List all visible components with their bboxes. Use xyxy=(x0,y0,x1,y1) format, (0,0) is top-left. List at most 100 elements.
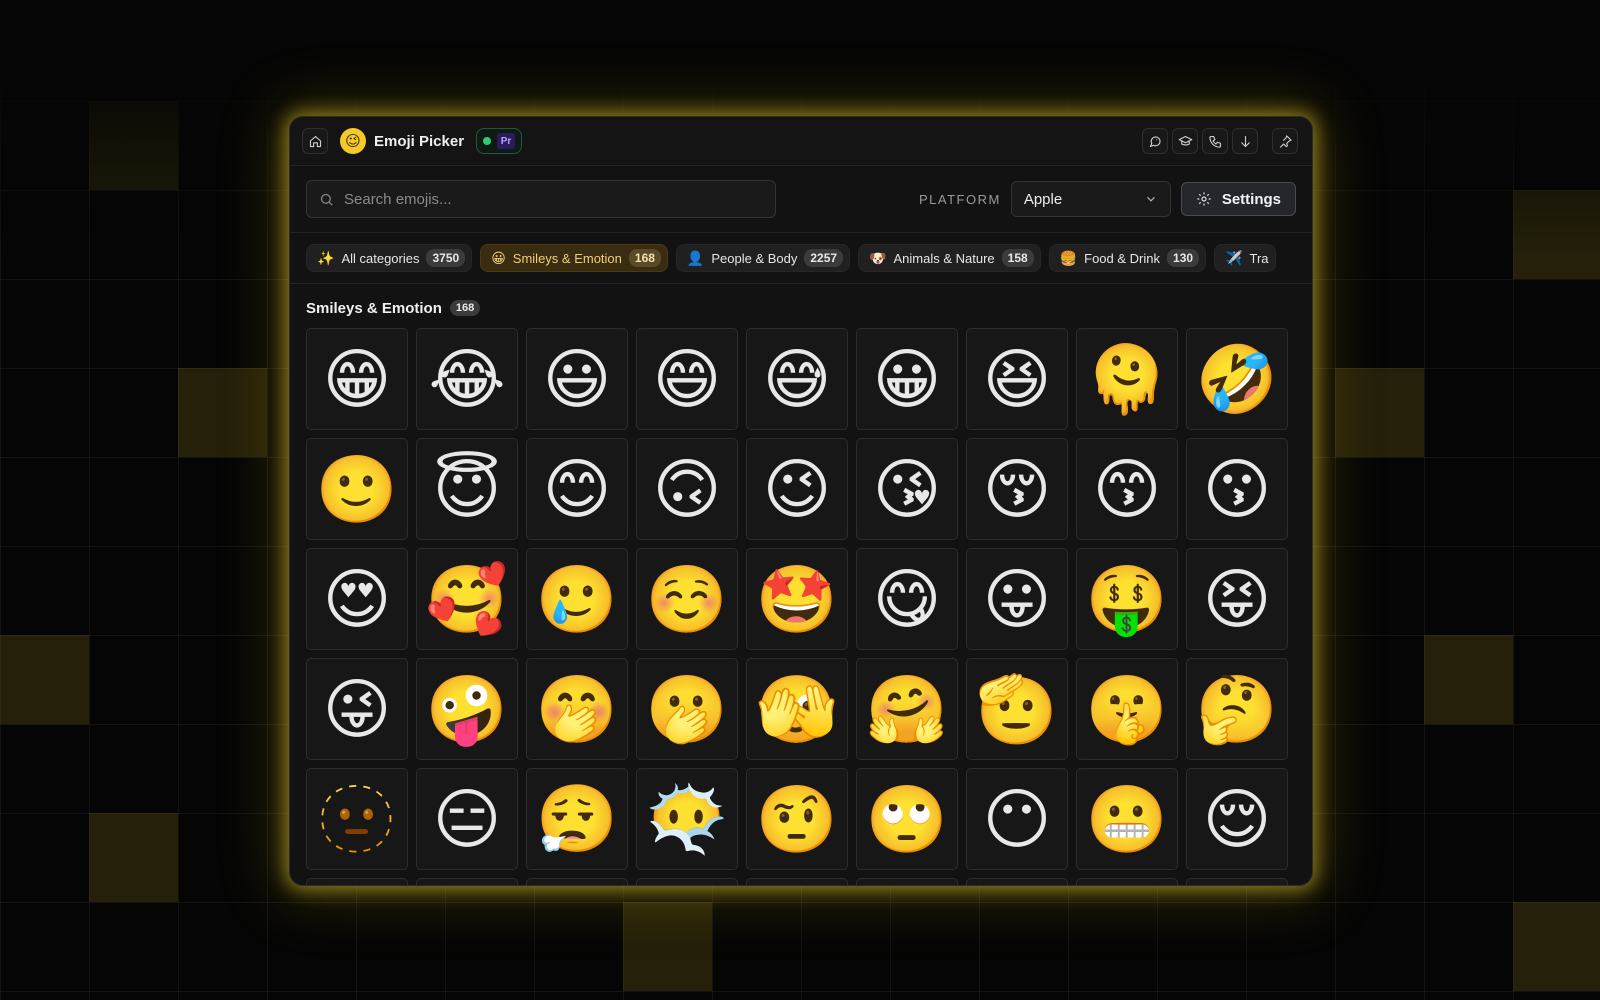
call-button[interactable] xyxy=(1202,128,1228,154)
emoji-cell[interactable]: 🫢 xyxy=(636,658,738,760)
emoji-cell[interactable]: 🙂 xyxy=(306,438,408,540)
settings-button[interactable]: Settings xyxy=(1180,182,1296,216)
home-icon xyxy=(309,135,321,147)
emoji-cell[interactable]: 🫠 xyxy=(1076,328,1178,430)
emoji-glyph: 🤣 xyxy=(1195,342,1279,416)
category-chip[interactable]: ✈️ Tra xyxy=(1214,244,1276,272)
chat-button[interactable] xyxy=(1142,128,1168,154)
emoji-cell[interactable]: 😉 xyxy=(746,438,848,540)
emoji-cell[interactable]: 🤗 xyxy=(856,658,958,760)
emoji-glyph: 😍 xyxy=(322,562,392,636)
emoji-cell[interactable]: 🫡 xyxy=(966,658,1068,760)
emoji-cell[interactable]: 😬 xyxy=(1076,768,1178,870)
category-emoji: 🍔 xyxy=(1059,249,1078,266)
emoji-cell[interactable]: 🤑 xyxy=(1076,548,1178,650)
emoji-cell[interactable]: 🤨 xyxy=(746,768,848,870)
emoji-cell[interactable]: 🤣 xyxy=(1186,328,1288,430)
emoji-glyph: 😚 xyxy=(982,452,1052,526)
emoji-cell[interactable]: 🙄 xyxy=(856,768,958,870)
emoji-glyph: 😅 xyxy=(762,342,832,416)
emoji-cell-placeholder[interactable] xyxy=(966,878,1068,885)
emoji-glyph: 🤑 xyxy=(1085,562,1169,636)
category-label: Smileys & Emotion xyxy=(512,250,622,266)
emoji-glyph: 🥰 xyxy=(425,562,509,636)
emoji-glyph: 🙂 xyxy=(315,452,399,526)
emoji-cell[interactable]: 🥰 xyxy=(416,548,518,650)
platform-value: Apple xyxy=(1023,190,1063,208)
phone-icon xyxy=(1208,135,1221,148)
emoji-cell[interactable]: 🤫 xyxy=(1076,658,1178,760)
emoji-cell[interactable]: 😁 xyxy=(306,328,408,430)
emoji-cell-placeholder[interactable] xyxy=(306,878,408,885)
emoji-cell[interactable]: ☺️ xyxy=(636,548,738,650)
search-input[interactable] xyxy=(342,189,746,209)
category-label: All categories xyxy=(341,250,420,266)
emoji-glyph: 😗 xyxy=(1202,452,1272,526)
emoji-cell-placeholder[interactable] xyxy=(1186,878,1288,885)
status-badge[interactable]: Pr xyxy=(476,128,523,154)
emoji-cell[interactable]: 🤔 xyxy=(1186,658,1288,760)
emoji-glyph: 😁 xyxy=(322,342,392,416)
emoji-cell[interactable]: 😑 xyxy=(416,768,518,870)
emoji-cell[interactable]: 😍 xyxy=(306,548,408,650)
emoji-section: Smileys & Emotion 168 😁 😂 😃 😄 😅 😀 😆 🫠 🤣 🙂 😇 😊 🙃 😉 😘 😚 😙 😗… xyxy=(290,284,1312,885)
emoji-glyph: 🤨 xyxy=(755,782,839,856)
category-chip[interactable]: 👤 People & Body 2257 xyxy=(675,244,851,272)
emoji-glyph: ☺️ xyxy=(645,562,729,636)
platform-select[interactable]: Apple xyxy=(1010,181,1171,217)
emoji-cell[interactable]: 😜 xyxy=(306,658,408,760)
emoji-cell-placeholder[interactable] xyxy=(856,878,958,885)
category-chip[interactable]: ✨ All categories 3750 xyxy=(306,244,473,272)
emoji-glyph: 🤭 xyxy=(535,672,619,746)
emoji-cell[interactable]: 😛 xyxy=(966,548,1068,650)
emoji-cell[interactable]: 😀 xyxy=(856,328,958,430)
emoji-cell[interactable]: 😊 xyxy=(526,438,628,540)
emoji-cell-placeholder[interactable] xyxy=(1076,878,1178,885)
pin-button[interactable] xyxy=(1272,128,1298,154)
home-button[interactable] xyxy=(302,128,328,154)
emoji-glyph: 😮‍💨 xyxy=(535,782,619,856)
emoji-cell[interactable]: 😌 xyxy=(1186,768,1288,870)
search-box[interactable] xyxy=(306,180,776,218)
emoji-glyph: 🙃 xyxy=(652,452,722,526)
learn-button[interactable] xyxy=(1172,128,1198,154)
emoji-glyph: 😂 xyxy=(428,342,506,416)
emoji-cell[interactable]: 😙 xyxy=(1076,438,1178,540)
pin-icon xyxy=(1279,134,1292,148)
emoji-cell[interactable]: 😄 xyxy=(636,328,738,430)
category-chip[interactable]: 😀 Smileys & Emotion 168 xyxy=(480,244,668,272)
category-emoji: ✨ xyxy=(317,249,335,266)
download-button[interactable] xyxy=(1232,128,1258,154)
emoji-cell[interactable]: 😘 xyxy=(856,438,958,540)
emoji-cell[interactable]: 🥲 xyxy=(526,548,628,650)
emoji-cell[interactable]: 😃 xyxy=(526,328,628,430)
emoji-cell[interactable]: 🫣 xyxy=(746,658,848,760)
emoji-glyph: 😘 xyxy=(872,452,942,526)
emoji-glyph: 😄 xyxy=(652,342,722,416)
emoji-cell[interactable]: 😇 xyxy=(416,438,518,540)
emoji-cell[interactable]: 😋 xyxy=(856,548,958,650)
emoji-cell[interactable]: 😶 xyxy=(966,768,1068,870)
emoji-cell[interactable]: 🤩 xyxy=(746,548,848,650)
emoji-cell[interactable]: 🫥 xyxy=(306,768,408,870)
emoji-cell[interactable]: 😅 xyxy=(746,328,848,430)
emoji-cell[interactable]: 😮‍💨 xyxy=(526,768,628,870)
emoji-cell[interactable]: 😝 xyxy=(1186,548,1288,650)
category-chip[interactable]: 🍔 Food & Drink 130 xyxy=(1048,244,1207,272)
emoji-cell[interactable]: 🤭 xyxy=(526,658,628,760)
search-icon xyxy=(320,193,333,206)
section-count: 168 xyxy=(449,300,481,316)
emoji-cell-placeholder[interactable] xyxy=(526,878,628,885)
emoji-cell[interactable]: 😚 xyxy=(966,438,1068,540)
emoji-cell[interactable]: 😶‍🌫️ xyxy=(636,768,738,870)
emoji-glyph: 😛 xyxy=(982,562,1052,636)
emoji-cell-placeholder[interactable] xyxy=(746,878,848,885)
emoji-cell[interactable]: 🙃 xyxy=(636,438,738,540)
emoji-cell[interactable]: 😆 xyxy=(966,328,1068,430)
category-chip[interactable]: 🐶 Animals & Nature 158 xyxy=(858,244,1041,272)
emoji-cell[interactable]: 🤪 xyxy=(416,658,518,760)
emoji-cell[interactable]: 😗 xyxy=(1186,438,1288,540)
emoji-cell[interactable]: 😂 xyxy=(416,328,518,430)
emoji-cell-placeholder[interactable] xyxy=(416,878,518,885)
emoji-cell-placeholder[interactable] xyxy=(636,878,738,885)
